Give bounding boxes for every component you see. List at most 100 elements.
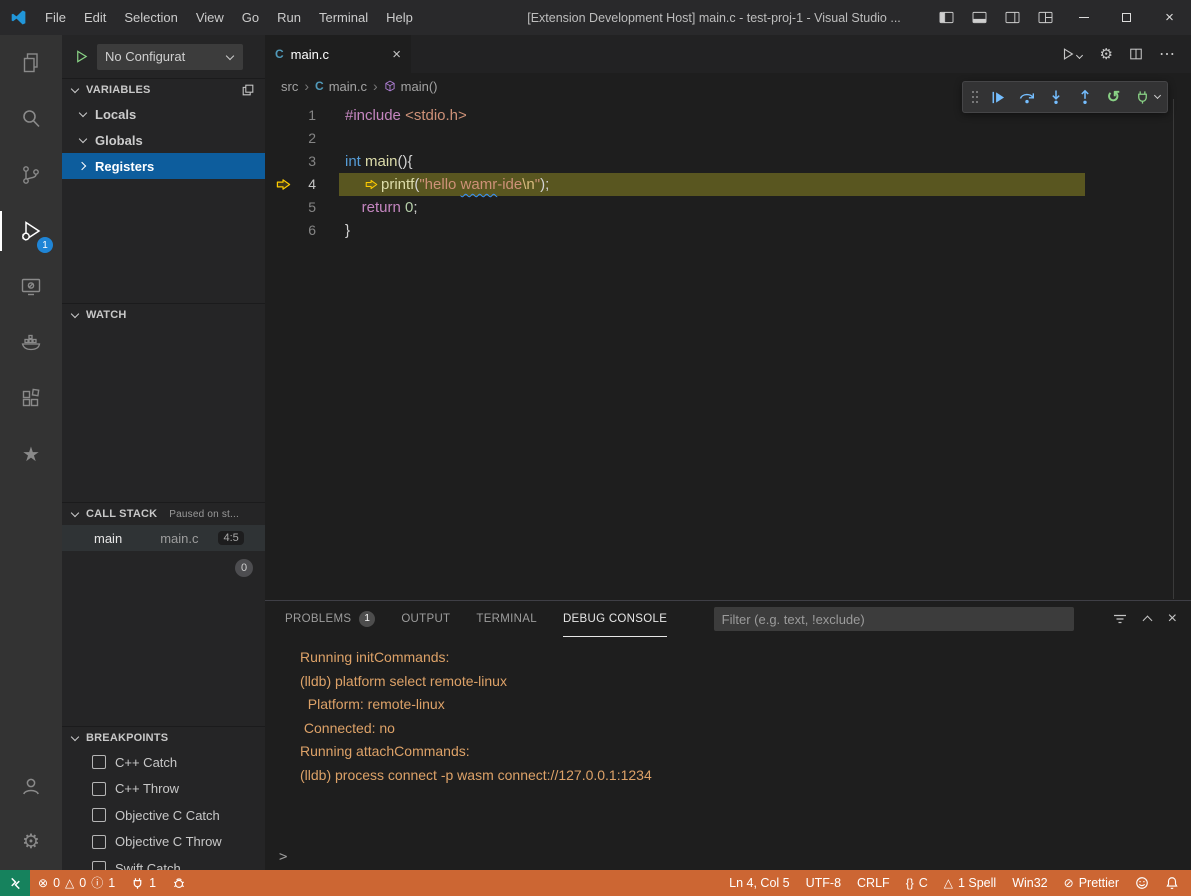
activity-docker[interactable] <box>0 315 62 371</box>
debug-configuration-dropdown[interactable]: No Configurat <box>97 44 243 70</box>
activity-run-and-debug[interactable]: 1 <box>0 203 62 259</box>
start-debugging-icon[interactable] <box>74 49 89 64</box>
activity-settings[interactable]: ⚙ <box>0 814 62 870</box>
close-tab-icon[interactable]: × <box>392 46 401 63</box>
debug-status[interactable] <box>164 870 194 896</box>
toggle-secondary-sidebar-icon[interactable] <box>996 0 1029 35</box>
breakpoint-c-catch[interactable]: C++ Catch <box>62 749 265 776</box>
activity-favorites[interactable]: ★ <box>0 427 62 483</box>
debug-console-filter-input[interactable] <box>714 607 1074 631</box>
call-stack-frame[interactable]: main main.c 4:5 <box>62 525 265 551</box>
menu-go[interactable]: Go <box>233 0 268 35</box>
maximize-panel-chevron-icon[interactable] <box>1143 614 1153 624</box>
minimize-button[interactable] <box>1062 0 1105 35</box>
breakpoint-swift-catch[interactable]: Swift Catch <box>62 855 265 870</box>
debug-config-toolbar: No Configurat <box>62 35 265 78</box>
breadcrumb-main-[interactable]: main() <box>384 79 438 94</box>
status-platform[interactable]: Win32 <box>1004 870 1055 896</box>
panel-tab-problems[interactable]: PROBLEMS1 <box>285 601 375 637</box>
problems-status[interactable]: ⊗ 0 △ 0 ⓘ 1 <box>30 870 123 896</box>
breakpoint-gutter[interactable] <box>265 150 291 173</box>
debug-instruction-pointer-icon[interactable] <box>265 173 291 196</box>
panel-tab-output[interactable]: OUTPUT <box>401 601 450 637</box>
disconnect-button[interactable] <box>1129 84 1156 110</box>
status-encoding[interactable]: UTF-8 <box>798 870 849 896</box>
remote-indicator[interactable] <box>0 870 30 896</box>
editor-code[interactable]: 1#include <stdio.h>23int main(){4printf(… <box>265 99 1191 600</box>
breakpoint-checkbox[interactable] <box>92 755 106 769</box>
close-panel-icon[interactable]: × <box>1168 610 1177 628</box>
collapse-all-icon[interactable] <box>241 83 255 97</box>
menu-help[interactable]: Help <box>377 0 422 35</box>
customize-layout-icon[interactable] <box>1029 0 1062 35</box>
menu-terminal[interactable]: Terminal <box>310 0 377 35</box>
gear-icon: ⚙ <box>22 832 40 852</box>
panel-tab-debug-console[interactable]: DEBUG CONSOLE <box>563 601 667 637</box>
menu-file[interactable]: File <box>36 0 75 35</box>
activity-accounts[interactable] <box>0 758 62 814</box>
breakpoint-checkbox[interactable] <box>92 782 106 796</box>
debug-session-chevron-icon[interactable] <box>1154 93 1162 101</box>
breakpoint-objective-c-throw[interactable]: Objective C Throw <box>62 829 265 856</box>
breadcrumb-src[interactable]: src <box>281 79 298 94</box>
run-or-debug-button[interactable] <box>1061 47 1084 61</box>
step-over-button[interactable] <box>1013 84 1040 110</box>
call-stack-section-header[interactable]: CALL STACK Paused on st... <box>62 503 265 525</box>
debug-console-prompt[interactable]: > <box>279 849 287 865</box>
more-actions-icon[interactable]: ⋯ <box>1159 44 1175 64</box>
status-prettier[interactable]: ⊘Prettier <box>1056 870 1127 896</box>
breakpoint-checkbox[interactable] <box>92 861 106 870</box>
titlebar-actions: × <box>930 0 1191 35</box>
editor-scrollbar-track[interactable] <box>1173 99 1174 599</box>
breadcrumb-main-c[interactable]: Cmain.c <box>315 79 367 94</box>
breakpoint-gutter[interactable] <box>265 104 291 127</box>
inline-breakpoint-icon[interactable] <box>345 178 381 191</box>
activity-extensions[interactable] <box>0 371 62 427</box>
breakpoint-gutter[interactable] <box>265 127 291 150</box>
panel-tab-terminal[interactable]: TERMINAL <box>476 601 537 637</box>
breakpoint-checkbox[interactable] <box>92 835 106 849</box>
filter-lines-icon[interactable] <box>1112 611 1128 627</box>
status-spell-checker[interactable]: △1 Spell <box>936 870 1004 896</box>
variables-scope-registers[interactable]: Registers <box>62 153 265 179</box>
feedback-smiley[interactable] <box>1127 870 1157 896</box>
step-out-button[interactable] <box>1071 84 1098 110</box>
menu-edit[interactable]: Edit <box>75 0 115 35</box>
continue-button[interactable] <box>984 84 1011 110</box>
breakpoint-c-throw[interactable]: C++ Throw <box>62 776 265 803</box>
notifications-bell[interactable] <box>1157 870 1187 896</box>
chevron-down-icon <box>70 85 80 95</box>
variables-scope-globals[interactable]: Globals <box>62 127 265 153</box>
code-token <box>345 196 362 219</box>
menu-selection[interactable]: Selection <box>115 0 186 35</box>
breakpoints-section-header[interactable]: BREAKPOINTS <box>62 727 265 749</box>
toggle-panel-icon[interactable] <box>963 0 996 35</box>
split-editor-icon[interactable] <box>1129 47 1143 61</box>
activity-remote-explorer[interactable] <box>0 259 62 315</box>
watch-section-header[interactable]: WATCH <box>62 304 265 326</box>
status-eol[interactable]: CRLF <box>849 870 898 896</box>
activity-search[interactable] <box>0 91 62 147</box>
ports-status[interactable]: 1 <box>123 870 164 896</box>
maximize-button[interactable] <box>1105 0 1148 35</box>
breakpoint-checkbox[interactable] <box>92 808 106 822</box>
status-label: C <box>919 876 928 890</box>
step-into-button[interactable] <box>1042 84 1069 110</box>
close-window-button[interactable]: × <box>1148 0 1191 35</box>
toolbar-drag-grip[interactable] <box>972 91 974 93</box>
variables-section-header[interactable]: VARIABLES <box>62 79 265 101</box>
status-language-mode[interactable]: {}C <box>898 870 936 896</box>
activity-explorer[interactable] <box>0 35 62 91</box>
menu-run[interactable]: Run <box>268 0 310 35</box>
toggle-primary-sidebar-icon[interactable] <box>930 0 963 35</box>
breakpoint-objective-c-catch[interactable]: Objective C Catch <box>62 802 265 829</box>
breakpoint-gutter[interactable] <box>265 219 291 242</box>
activity-source-control[interactable] <box>0 147 62 203</box>
restart-button[interactable]: ↺ <box>1100 84 1127 110</box>
breakpoint-gutter[interactable] <box>265 196 291 219</box>
tab-main-c[interactable]: C main.c × <box>265 35 411 73</box>
menu-view[interactable]: View <box>187 0 233 35</box>
variables-scope-locals[interactable]: Locals <box>62 101 265 127</box>
status-cursor-position[interactable]: Ln 4, Col 5 <box>721 870 797 896</box>
launch-settings-gear-icon[interactable]: ⚙ <box>1100 45 1113 63</box>
